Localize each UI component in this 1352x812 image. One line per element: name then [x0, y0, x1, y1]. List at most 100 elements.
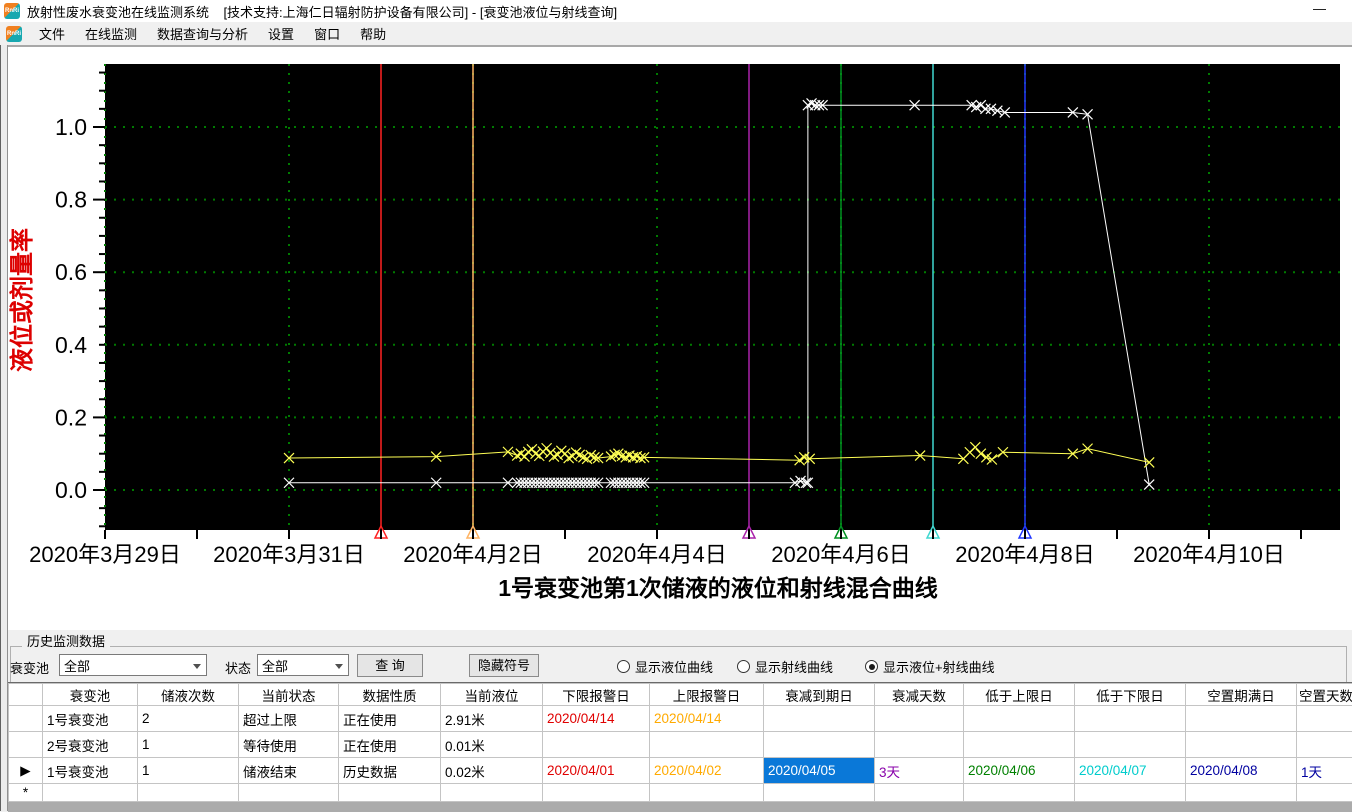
table-cell[interactable]: 1天: [1297, 758, 1352, 784]
minimize-button[interactable]: —: [1313, 1, 1326, 16]
pool-filter-label: 衰变池: [10, 658, 49, 677]
column-header-5[interactable]: 当前液位: [441, 684, 543, 706]
table-cell[interactable]: [650, 784, 764, 802]
column-header-8[interactable]: 衰减到期日: [764, 684, 875, 706]
hide-symbols-button[interactable]: 隐藏符号: [469, 654, 539, 677]
table-cell[interactable]: 1: [138, 732, 239, 758]
table-cell[interactable]: 历史数据: [339, 758, 441, 784]
query-button[interactable]: 查 询: [357, 654, 423, 677]
table-cell[interactable]: 2020/04/08: [1186, 758, 1297, 784]
table-cell[interactable]: [964, 784, 1075, 802]
app-icon: RnRi: [4, 3, 20, 19]
x-tick-label: 2020年4月4日: [587, 542, 726, 567]
column-header-11[interactable]: 低于下限日: [1075, 684, 1186, 706]
row-selector-header[interactable]: [9, 684, 43, 706]
table-cell[interactable]: [239, 784, 339, 802]
menu-item-2[interactable]: 数据查询与分析: [147, 21, 258, 46]
table-cell[interactable]: [339, 784, 441, 802]
table-cell[interactable]: [441, 784, 543, 802]
table-cell[interactable]: [1297, 706, 1352, 732]
radio-unselected-icon[interactable]: [617, 660, 630, 673]
table-cell[interactable]: [138, 784, 239, 802]
table-cell[interactable]: 1号衰变池: [43, 706, 138, 732]
table-cell[interactable]: [1075, 732, 1186, 758]
table-cell[interactable]: [1186, 784, 1297, 802]
menu-item-0[interactable]: 文件: [29, 21, 75, 46]
table-cell[interactable]: [1297, 784, 1352, 802]
column-header-10[interactable]: 低于上限日: [964, 684, 1075, 706]
table-cell[interactable]: 2020/04/14: [543, 706, 650, 732]
column-header-2[interactable]: 储液次数: [138, 684, 239, 706]
column-header-7[interactable]: 上限报警日: [650, 684, 764, 706]
column-header-12[interactable]: 空置期满日: [1186, 684, 1297, 706]
table-cell[interactable]: [764, 784, 875, 802]
radio-option-2[interactable]: 显示液位+射线曲线: [865, 657, 995, 676]
column-header-6[interactable]: 下限报警日: [543, 684, 650, 706]
table-cell[interactable]: [875, 706, 964, 732]
x-tick-label: 2020年4月2日: [403, 542, 542, 567]
table-cell[interactable]: [764, 732, 875, 758]
table-cell[interactable]: [1075, 784, 1186, 802]
table-cell[interactable]: [764, 706, 875, 732]
selected-cell[interactable]: 2020/04/05: [764, 758, 875, 784]
table-cell[interactable]: [1186, 706, 1297, 732]
table-cell[interactable]: 2020/04/01: [543, 758, 650, 784]
column-header-9[interactable]: 衰减天数: [875, 684, 964, 706]
table-cell[interactable]: 2号衰变池: [43, 732, 138, 758]
table-cell[interactable]: [1186, 732, 1297, 758]
table-cell[interactable]: 2: [138, 706, 239, 732]
table-cell[interactable]: [875, 732, 964, 758]
column-header-1[interactable]: 衰变池: [43, 684, 138, 706]
table-cell[interactable]: [964, 706, 1075, 732]
table-cell[interactable]: 正在使用: [339, 706, 441, 732]
radio-option-0[interactable]: 显示液位曲线: [617, 657, 713, 676]
x-tick-label: 2020年3月29日: [29, 542, 181, 567]
table-cell[interactable]: [650, 732, 764, 758]
table-cell[interactable]: [43, 784, 138, 802]
menu-item-1[interactable]: 在线监测: [75, 21, 147, 46]
radio-option-1[interactable]: 显示射线曲线: [737, 657, 833, 676]
table-cell[interactable]: 储液结束: [239, 758, 339, 784]
pool-filter-combobox[interactable]: 全部: [59, 654, 207, 676]
table-cell[interactable]: [543, 732, 650, 758]
table-cell[interactable]: 2020/04/06: [964, 758, 1075, 784]
y-tick-label: 0.2: [55, 404, 87, 430]
radio-unselected-icon[interactable]: [737, 660, 750, 673]
current-row-marker[interactable]: ▶: [9, 758, 43, 784]
table-cell[interactable]: 3天: [875, 758, 964, 784]
history-table: 衰变池储液次数当前状态数据性质当前液位下限报警日上限报警日衰减到期日衰减天数低于…: [8, 683, 1352, 802]
x-tick-label: 2020年3月31日: [213, 542, 365, 567]
table-cell[interactable]: 等待使用: [239, 732, 339, 758]
table-cell[interactable]: 2.91米: [441, 706, 543, 732]
table-cell[interactable]: 1: [138, 758, 239, 784]
column-header-13[interactable]: 空置天数: [1297, 684, 1352, 706]
radio-selected-icon[interactable]: [865, 660, 878, 673]
row-selector-cell[interactable]: [9, 732, 43, 758]
table-cell[interactable]: 超过上限: [239, 706, 339, 732]
table-cell[interactable]: 2020/04/14: [650, 706, 764, 732]
table-cell[interactable]: 0.02米: [441, 758, 543, 784]
table-cell[interactable]: [543, 784, 650, 802]
x-tick-label: 2020年4月8日: [955, 542, 1094, 567]
column-header-3[interactable]: 当前状态: [239, 684, 339, 706]
table-cell[interactable]: 1号衰变池: [43, 758, 138, 784]
menu-item-4[interactable]: 窗口: [304, 21, 350, 46]
table-cell[interactable]: 2020/04/02: [650, 758, 764, 784]
table-cell[interactable]: 0.01米: [441, 732, 543, 758]
radio-label: 显示液位+射线曲线: [883, 657, 995, 676]
table-row-1: 2号衰变池1等待使用正在使用0.01米: [9, 732, 1352, 758]
status-filter-combobox[interactable]: 全部: [257, 654, 349, 676]
table-cell[interactable]: [1297, 732, 1352, 758]
table-cell[interactable]: [964, 732, 1075, 758]
menu-item-5[interactable]: 帮助: [350, 21, 396, 46]
new-row-marker[interactable]: *: [9, 784, 43, 802]
table-cell[interactable]: [875, 784, 964, 802]
column-header-4[interactable]: 数据性质: [339, 684, 441, 706]
child-window-icon[interactable]: RnRi: [6, 26, 22, 42]
table-row-3: *: [9, 784, 1352, 802]
table-cell[interactable]: 2020/04/07: [1075, 758, 1186, 784]
table-cell[interactable]: [1075, 706, 1186, 732]
table-cell[interactable]: 正在使用: [339, 732, 441, 758]
menu-item-3[interactable]: 设置: [258, 21, 304, 46]
row-selector-cell[interactable]: [9, 706, 43, 732]
